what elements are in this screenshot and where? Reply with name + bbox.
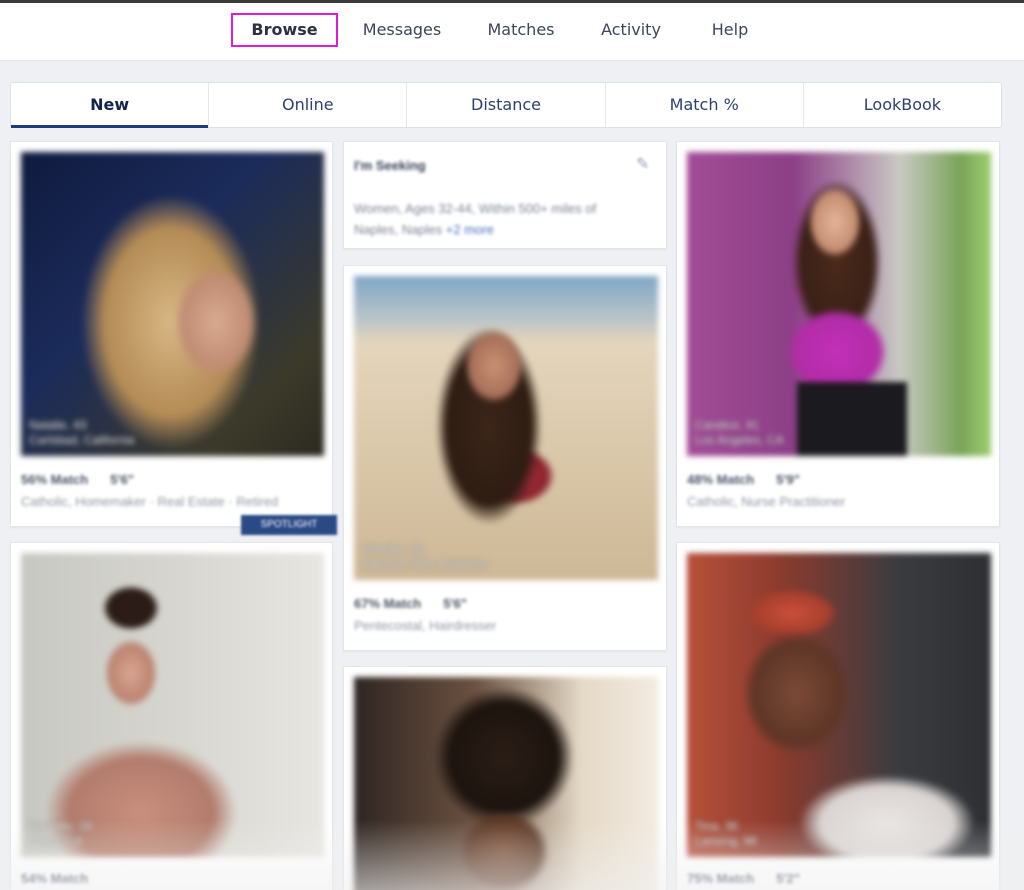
spotlight-badge: SPOTLIGHT xyxy=(241,515,337,535)
tab-lookbook[interactable]: LookBook xyxy=(804,83,1001,127)
nav-matches[interactable]: Matches xyxy=(476,13,566,47)
photo-overlay: Tina, 36 Lansing, MI xyxy=(695,819,757,849)
tab-match-percent[interactable]: Match % xyxy=(606,83,804,127)
profile-details: Pentecostal, Hairdresser xyxy=(354,618,497,633)
seeking-title: I'm Seeking xyxy=(354,158,426,173)
profile-card[interactable]: Natalie, 43 Carlsbad, California 56% Mat… xyxy=(10,141,333,527)
edit-icon[interactable]: ✎ xyxy=(636,154,656,174)
profile-details: Catholic, Homemaker · Real Estate · Reti… xyxy=(21,494,279,509)
profile-match-line: 56% Match 5'6" xyxy=(21,472,134,487)
profile-photo[interactable] xyxy=(354,677,658,890)
profile-height: 5'9" xyxy=(776,472,800,487)
match-percent: 54% Match xyxy=(21,871,89,886)
profile-location: Lansing, MI xyxy=(695,834,758,848)
seeking-card[interactable]: I'm Seeking ✎ Women, Ages 32-44, Within … xyxy=(343,141,667,249)
tab-online[interactable]: Online xyxy=(209,83,408,127)
profile-name-age: Tina, 36 xyxy=(695,819,738,833)
top-navigation: Browse Messages Matches Activity Help xyxy=(0,3,1024,61)
profile-height: 5'2" xyxy=(776,871,800,886)
profile-match-line: 67% Match 5'6" xyxy=(354,596,467,611)
profile-height: 5'6" xyxy=(443,596,467,611)
profile-location: Harrison Hills, Anaheim xyxy=(362,557,487,571)
profile-name-age: Natalie, 43 xyxy=(29,418,87,432)
profile-location: Chico, CA xyxy=(29,834,84,848)
tab-new[interactable]: New xyxy=(11,83,210,128)
match-percent: 75% Match xyxy=(687,871,755,886)
profile-match-line: 48% Match 5'9" xyxy=(687,472,800,487)
seeking-description: Women, Ages 32-44, Within 500+ miles of … xyxy=(354,198,624,240)
profile-photo[interactable]: Candice, 41 Los Angeles, CA xyxy=(687,152,991,456)
profile-card[interactable]: Tina, 36 Lansing, MI 75% Match 5'2" xyxy=(676,542,1000,890)
nav-browse[interactable]: Browse xyxy=(231,13,338,47)
photo-overlay: Candice, 41 Los Angeles, CA xyxy=(695,418,784,448)
match-percent: 67% Match xyxy=(354,596,422,611)
profile-match-line: 75% Match 5'2" xyxy=(687,871,800,886)
nav-help[interactable]: Help xyxy=(702,13,758,47)
match-percent: 48% Match xyxy=(687,472,755,487)
profile-photo[interactable]: Natalie, 43 Carlsbad, California xyxy=(21,152,324,456)
photo-overlay: Danielle, 38 Chico, CA xyxy=(29,819,92,849)
photo-overlay: Priscilla, 35 Harrison Hills, Anaheim xyxy=(362,542,487,572)
photo-overlay: Natalie, 43 Carlsbad, California xyxy=(29,418,134,448)
tab-distance[interactable]: Distance xyxy=(407,83,606,127)
profile-photo[interactable]: Danielle, 38 Chico, CA xyxy=(21,553,324,857)
profile-card[interactable]: Candice, 41 Los Angeles, CA 48% Match 5'9… xyxy=(676,141,1000,527)
profile-card[interactable]: Danielle, 38 Chico, CA 54% Match xyxy=(10,542,333,890)
profile-location: Los Angeles, CA xyxy=(695,433,784,447)
profile-card[interactable] xyxy=(343,666,667,890)
profile-name-age: Candice, 41 xyxy=(695,418,760,432)
nav-messages[interactable]: Messages xyxy=(352,13,452,47)
profile-name-age: Priscilla, 35 xyxy=(362,542,424,556)
profile-photo[interactable]: Priscilla, 35 Harrison Hills, Anaheim xyxy=(354,276,658,580)
nav-activity[interactable]: Activity xyxy=(592,13,670,47)
profile-match-line: 54% Match xyxy=(21,871,88,886)
profile-height: 5'6" xyxy=(110,472,134,487)
sort-tabs: New Online Distance Match % LookBook xyxy=(10,82,1002,128)
photo-skirt-shape xyxy=(797,382,907,456)
profile-location: Carlsbad, California xyxy=(29,433,135,447)
seeking-more-link[interactable]: +2 more xyxy=(446,222,494,237)
profile-details: Catholic, Nurse Practitioner xyxy=(687,494,846,509)
match-percent: 56% Match xyxy=(21,472,89,487)
profile-card[interactable]: Priscilla, 35 Harrison Hills, Anaheim 67… xyxy=(343,265,667,651)
profile-photo[interactable]: Tina, 36 Lansing, MI xyxy=(687,553,991,857)
profile-name-age: Danielle, 38 xyxy=(29,819,93,833)
